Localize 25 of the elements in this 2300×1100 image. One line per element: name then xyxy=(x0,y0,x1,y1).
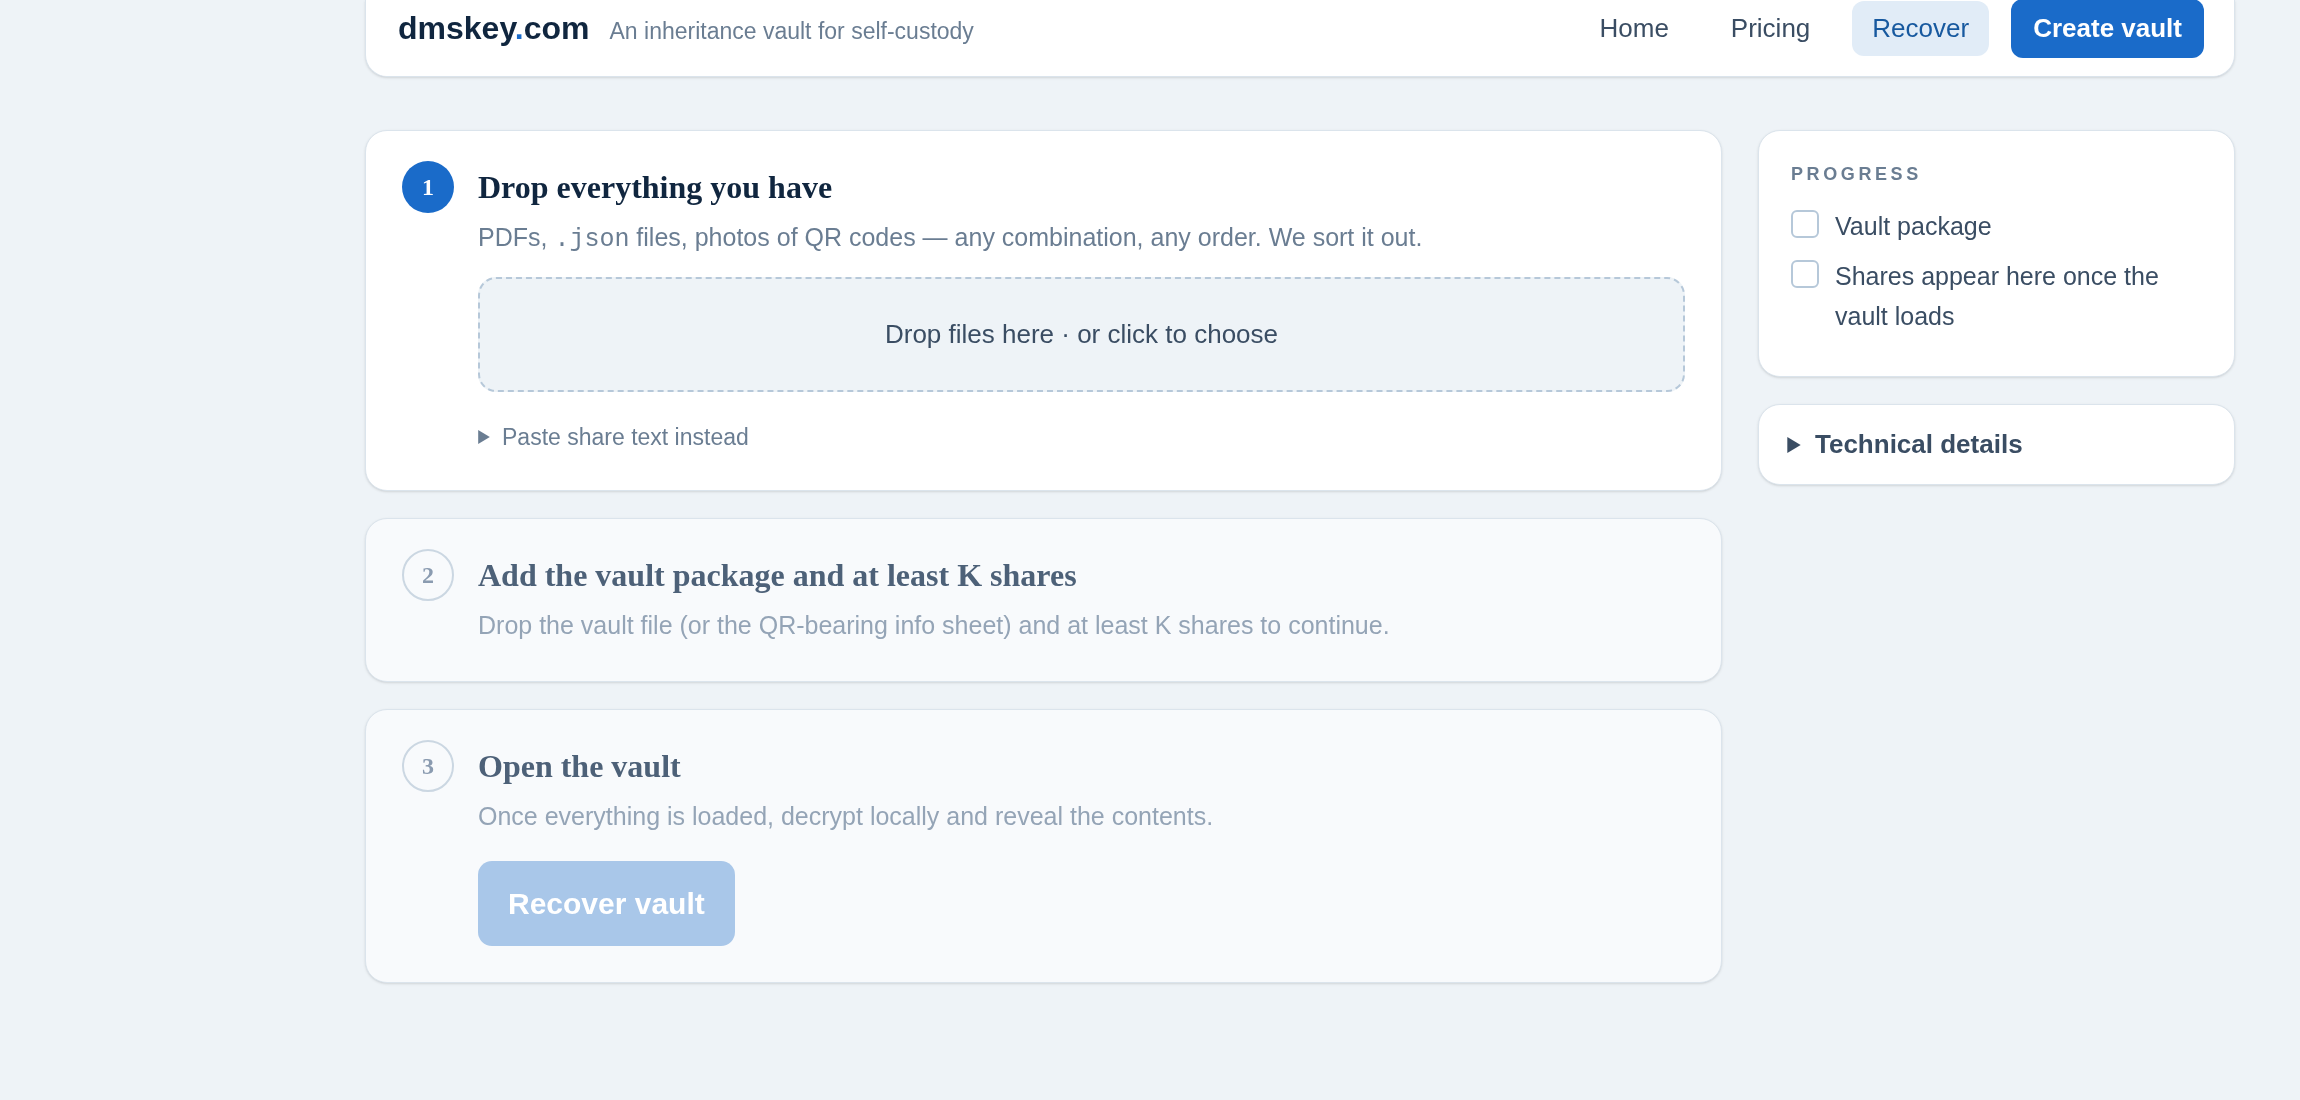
step-description: PDFs, .json files, photos of QR codes — any combination, any order. We sort it out. xyxy=(478,222,1424,256)
nav-link[interactable]: Pricing xyxy=(1710,0,1831,56)
step-title: Drop everything you have xyxy=(478,168,834,207)
progress-heading: PROGRESS xyxy=(1791,163,1923,186)
tagline: An inheritance vault for self-custody xyxy=(609,17,974,46)
step-number: 3 xyxy=(402,739,454,792)
progress-item-label: Shares appear here once the vault loads xyxy=(1835,261,2160,332)
paste-share-toggle[interactable]: Paste share text instead xyxy=(478,419,749,454)
checkbox[interactable] xyxy=(1791,260,1819,288)
caret-icon xyxy=(1787,436,1801,453)
step-description: Once everything is loaded, decrypt locally and reveal the contents. xyxy=(478,800,1215,832)
file-drop-zone[interactable]: Drop files here · or click to choose xyxy=(478,276,1685,392)
caret-icon xyxy=(478,429,490,444)
brand-logo[interactable]: dmskey.com xyxy=(398,4,590,52)
progress-item-label: Vault package xyxy=(1835,211,1992,242)
nav-link[interactable]: Home xyxy=(1579,0,1689,56)
checkbox[interactable] xyxy=(1791,210,1819,238)
step-title: Add the vault package and at least K shares xyxy=(478,556,1078,595)
nav-link[interactable]: Recover xyxy=(1852,0,1990,56)
step-title: Open the vault xyxy=(478,746,682,786)
step-description: Drop the vault file (or the QR-bearing info sheet) and at least K shares to continue. xyxy=(478,610,1391,641)
step-number: 2 xyxy=(402,549,454,601)
create-vault-button[interactable]: Create vault xyxy=(2011,0,2204,58)
technical-details-toggle[interactable]: Technical details xyxy=(1787,425,2023,464)
step-number: 1 xyxy=(402,161,454,213)
